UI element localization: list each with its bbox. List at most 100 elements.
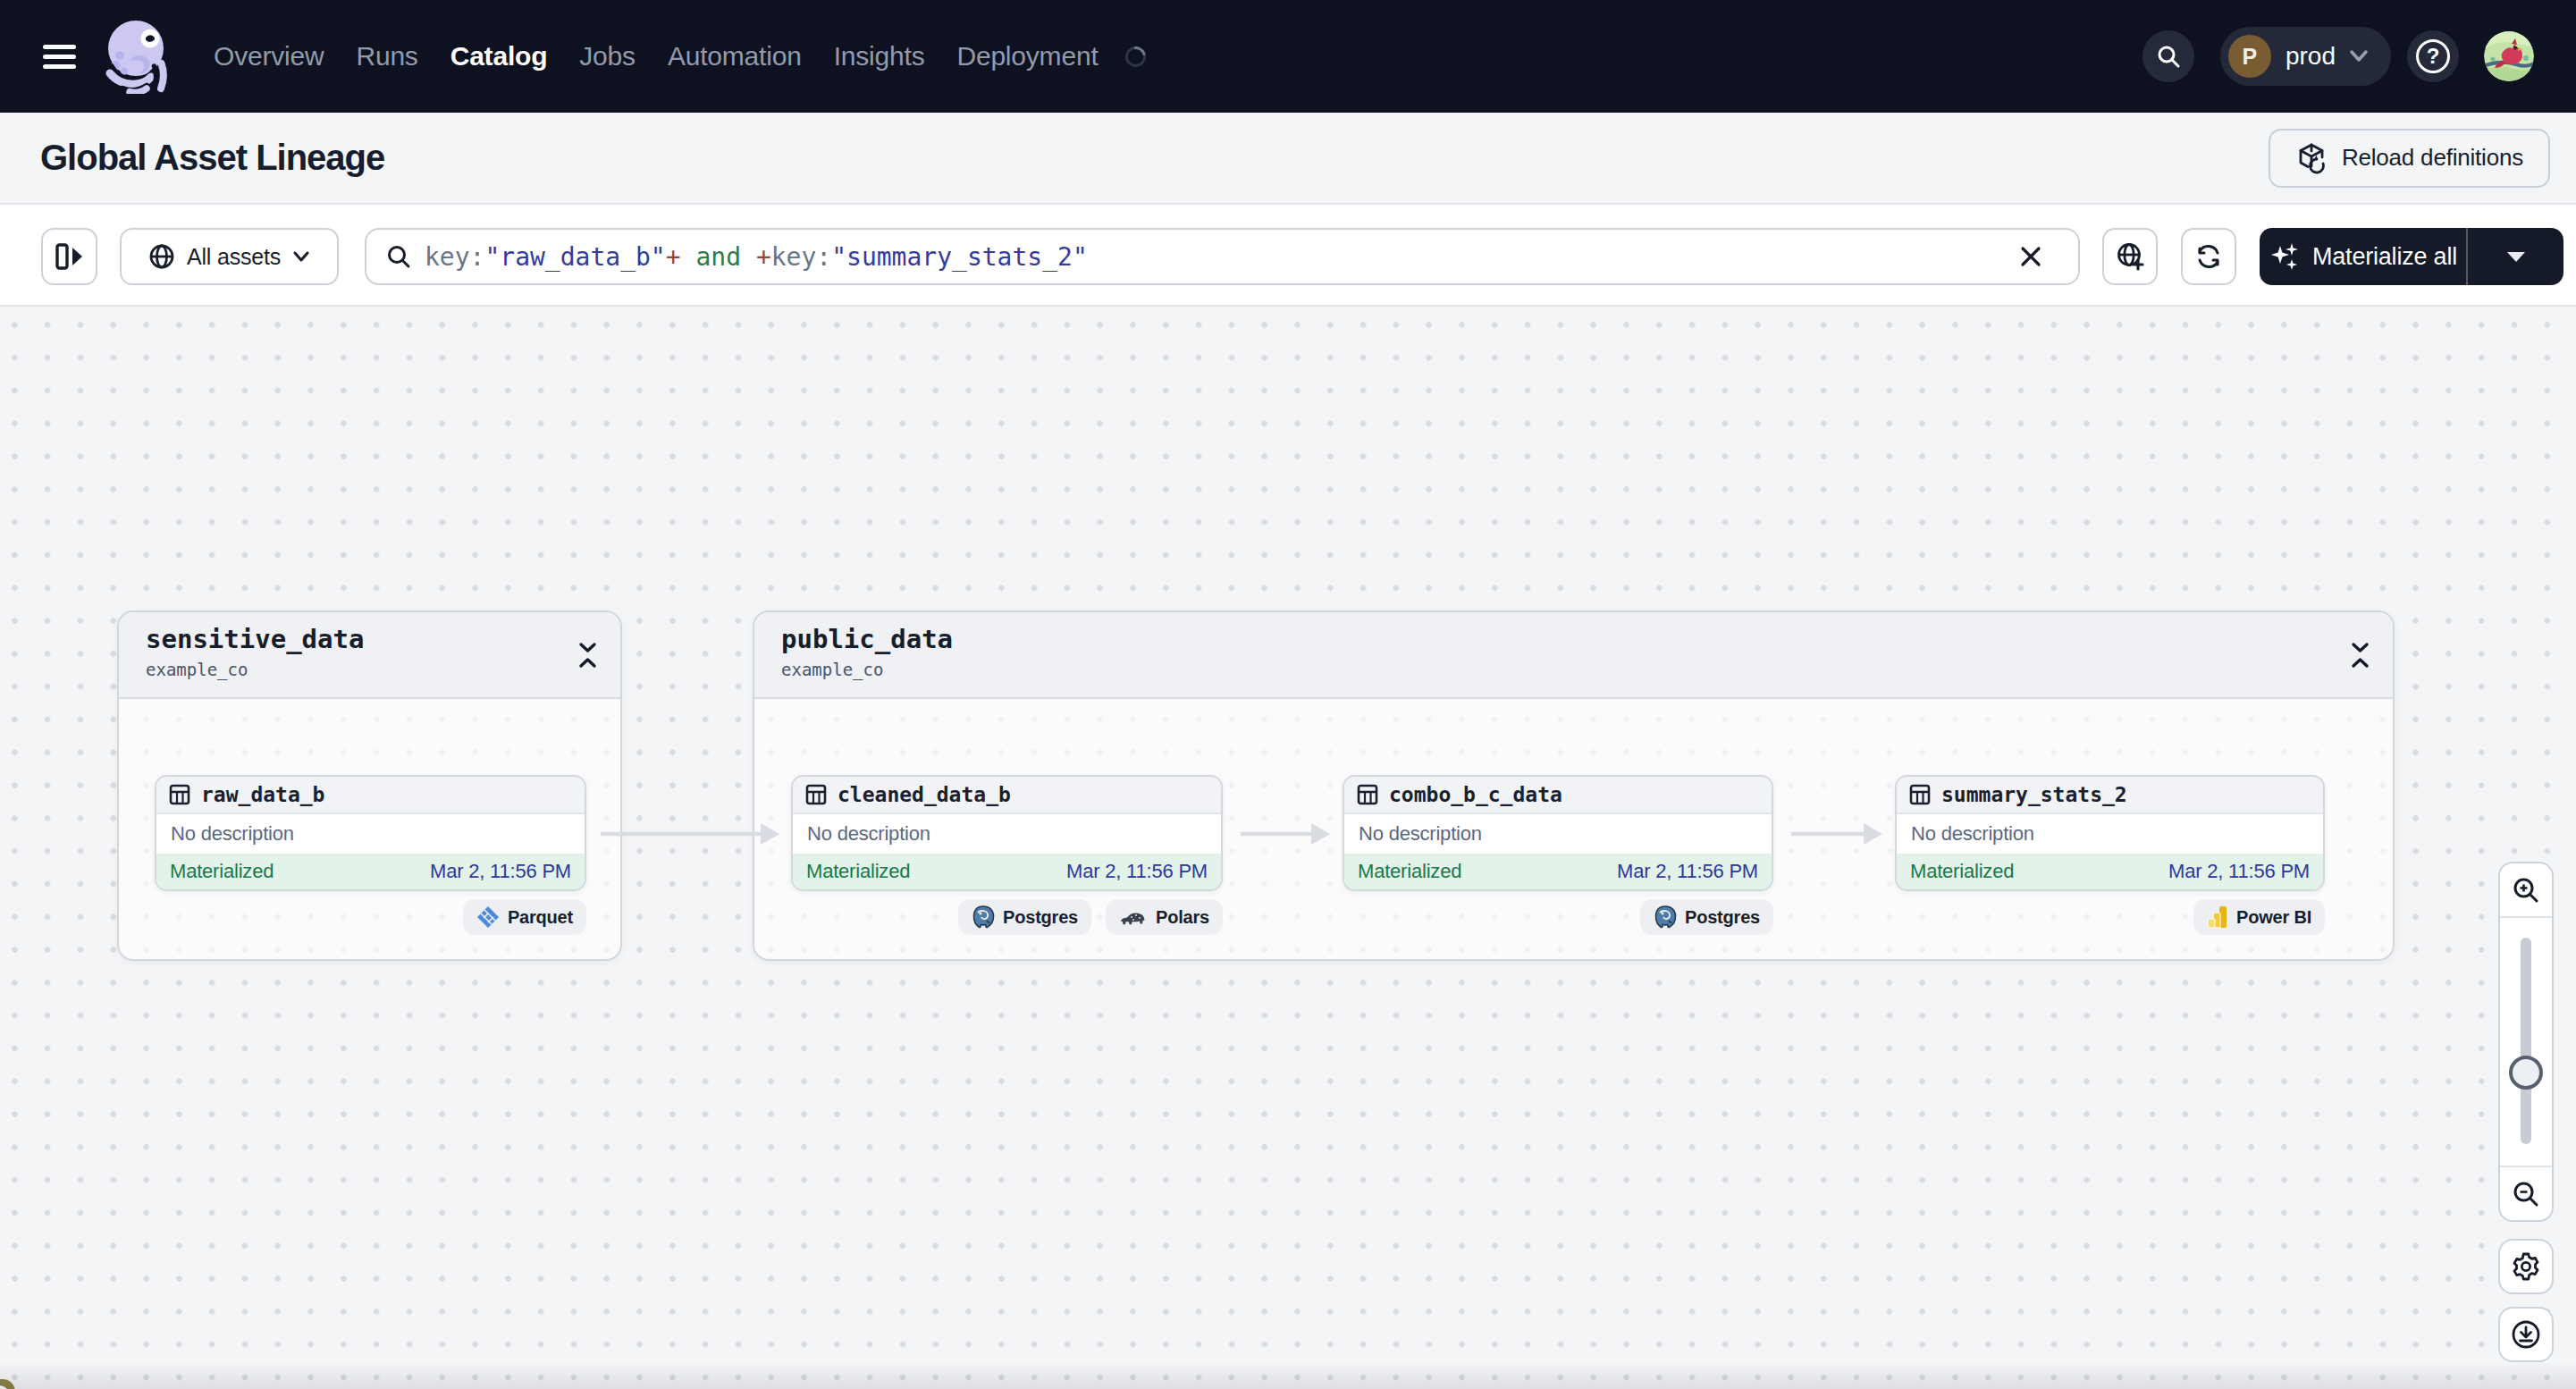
caret-down-icon bbox=[2504, 248, 2528, 265]
clear-filter-button[interactable] bbox=[2017, 243, 2058, 270]
postgres-icon bbox=[972, 905, 995, 930]
kind-tag-parquet[interactable]: Parquet bbox=[463, 899, 586, 935]
zoom-in-icon bbox=[2512, 876, 2540, 905]
app-root: Overview Runs Catalog Jobs Automation In… bbox=[0, 0, 2576, 1389]
globe-icon bbox=[148, 243, 175, 270]
page-title: Global Asset Lineage bbox=[40, 138, 384, 178]
group-title: public_data bbox=[781, 624, 2370, 654]
asset-status-row: Materialized Mar 2, 11:56 PM bbox=[1344, 854, 1772, 889]
kind-tag-power-bi[interactable]: Power BI bbox=[2193, 899, 2325, 935]
zoom-out-button[interactable] bbox=[2500, 1166, 2552, 1220]
nav-item-runs[interactable]: Runs bbox=[356, 41, 417, 72]
panel-expand-icon bbox=[55, 242, 85, 271]
chevron-down-icon bbox=[2348, 49, 2370, 63]
polars-icon bbox=[1119, 907, 1148, 927]
zoom-controls bbox=[2498, 862, 2554, 1222]
asset-name: summary_stats_2 bbox=[1941, 783, 2127, 806]
question-icon: ? bbox=[2416, 39, 2450, 73]
status-timestamp: Mar 2, 11:56 PM bbox=[1066, 860, 1208, 883]
asset-name: cleaned_data_b bbox=[838, 783, 1011, 806]
reload-definitions-button[interactable]: Reload definitions bbox=[2269, 129, 2550, 188]
collapse-group-button[interactable] bbox=[2351, 642, 2370, 672]
primary-nav: Overview Runs Catalog Jobs Automation In… bbox=[214, 41, 1146, 72]
collapse-group-button[interactable] bbox=[578, 642, 597, 672]
user-avatar[interactable] bbox=[2484, 31, 2534, 81]
zoom-slider[interactable] bbox=[2500, 918, 2552, 1166]
help-button[interactable]: ? bbox=[2407, 30, 2459, 82]
nav-item-automation[interactable]: Automation bbox=[668, 41, 802, 72]
page-header: Global Asset Lineage Reload definitions bbox=[0, 113, 2576, 205]
table-icon bbox=[805, 784, 827, 805]
lineage-toolbar: All assets key:"raw_data_b"+ and +key:"s… bbox=[0, 205, 2576, 307]
materialize-all-split-button: Materialize all bbox=[2260, 228, 2563, 285]
asset-node-raw-data-b[interactable]: raw_data_b No description Materialized M… bbox=[155, 775, 586, 891]
status-badge: Materialized bbox=[806, 860, 910, 883]
deployment-spinner-icon bbox=[1121, 42, 1149, 71]
reload-definitions-icon bbox=[2295, 142, 2328, 174]
asset-filter-input[interactable]: key:"raw_data_b"+ and +key:"summary_stat… bbox=[365, 228, 2080, 285]
status-timestamp: Mar 2, 11:56 PM bbox=[430, 860, 571, 883]
nav-item-overview[interactable]: Overview bbox=[214, 41, 324, 72]
materialize-all-button[interactable]: Materialize all bbox=[2260, 228, 2466, 285]
nav-item-catalog[interactable]: Catalog bbox=[450, 41, 548, 72]
kind-tag-postgres[interactable]: Postgres bbox=[1640, 899, 1773, 935]
collapse-icon bbox=[578, 642, 597, 669]
deployment-switcher[interactable]: P prod bbox=[2220, 27, 2391, 86]
asset-name: raw_data_b bbox=[201, 783, 324, 806]
asset-description: No description bbox=[156, 814, 585, 854]
top-navbar: Overview Runs Catalog Jobs Automation In… bbox=[0, 0, 2576, 113]
refresh-button[interactable] bbox=[2181, 228, 2236, 285]
asset-description: No description bbox=[1344, 814, 1772, 854]
download-icon bbox=[2511, 1319, 2541, 1350]
asset-tags-raw-data-b: Parquet bbox=[155, 899, 586, 935]
asset-node-combo-b-c-data[interactable]: combo_b_c_data No description Materializ… bbox=[1343, 775, 1773, 891]
kind-tag-polars[interactable]: Polars bbox=[1106, 899, 1223, 935]
add-scope-button[interactable] bbox=[2102, 228, 2158, 285]
asset-tags-cleaned-data-b: Postgres Polars bbox=[791, 899, 1223, 935]
filter-query-text: key:"raw_data_b"+ and +key:"summary_stat… bbox=[425, 242, 2017, 272]
nav-item-jobs[interactable]: Jobs bbox=[579, 41, 636, 72]
group-header[interactable]: sensitive_data example_co bbox=[119, 612, 620, 699]
open-asset-panel-button[interactable] bbox=[41, 228, 97, 285]
zoom-slider-knob[interactable] bbox=[2509, 1056, 2543, 1090]
table-icon bbox=[1909, 784, 1931, 805]
search-icon bbox=[2156, 44, 2181, 69]
asset-scope-dropdown[interactable]: All assets bbox=[120, 228, 339, 285]
global-search-button[interactable] bbox=[2142, 30, 2194, 82]
chevron-down-icon bbox=[292, 250, 310, 263]
nav-item-deployment[interactable]: Deployment bbox=[956, 41, 1098, 72]
hamburger-menu-icon[interactable] bbox=[43, 45, 76, 69]
kind-tag-postgres[interactable]: Postgres bbox=[958, 899, 1091, 935]
group-repo-label: example_co bbox=[781, 660, 2370, 679]
close-icon bbox=[2017, 243, 2044, 270]
table-icon bbox=[1357, 784, 1378, 805]
parquet-icon bbox=[476, 905, 500, 929]
asset-node-cleaned-data-b[interactable]: cleaned_data_b No description Materializ… bbox=[791, 775, 1223, 891]
search-icon bbox=[386, 244, 411, 269]
asset-description: No description bbox=[793, 814, 1221, 854]
nav-item-insights[interactable]: Insights bbox=[834, 41, 925, 72]
asset-status-row: Materialized Mar 2, 11:56 PM bbox=[156, 854, 585, 889]
asset-tags-combo-b-c-data: Postgres bbox=[1343, 899, 1773, 935]
zoom-slider-track bbox=[2521, 938, 2531, 1144]
asset-name: combo_b_c_data bbox=[1389, 783, 1562, 806]
download-image-button[interactable] bbox=[2498, 1307, 2554, 1362]
status-badge: Materialized bbox=[1358, 860, 1461, 883]
status-badge: Materialized bbox=[1910, 860, 2014, 883]
power-bi-icon bbox=[2207, 905, 2228, 929]
asset-node-summary-stats-2[interactable]: summary_stats_2 No description Materiali… bbox=[1895, 775, 2325, 891]
collapse-icon bbox=[2351, 642, 2370, 669]
refresh-icon bbox=[2193, 241, 2224, 272]
group-title: sensitive_data bbox=[146, 624, 597, 654]
group-header[interactable]: public_data example_co bbox=[754, 612, 2393, 699]
status-timestamp: Mar 2, 11:56 PM bbox=[2168, 860, 2310, 883]
table-icon bbox=[169, 784, 190, 805]
zoom-in-button[interactable] bbox=[2500, 863, 2552, 918]
graph-settings-button[interactable] bbox=[2498, 1239, 2554, 1294]
dagster-logo[interactable] bbox=[103, 19, 173, 94]
postgres-icon bbox=[1654, 905, 1677, 930]
globe-plus-icon bbox=[2115, 241, 2145, 272]
materialize-options-button[interactable] bbox=[2468, 228, 2563, 285]
asset-node-header: summary_stats_2 bbox=[1897, 777, 2323, 814]
sparkles-icon bbox=[2269, 240, 2301, 273]
